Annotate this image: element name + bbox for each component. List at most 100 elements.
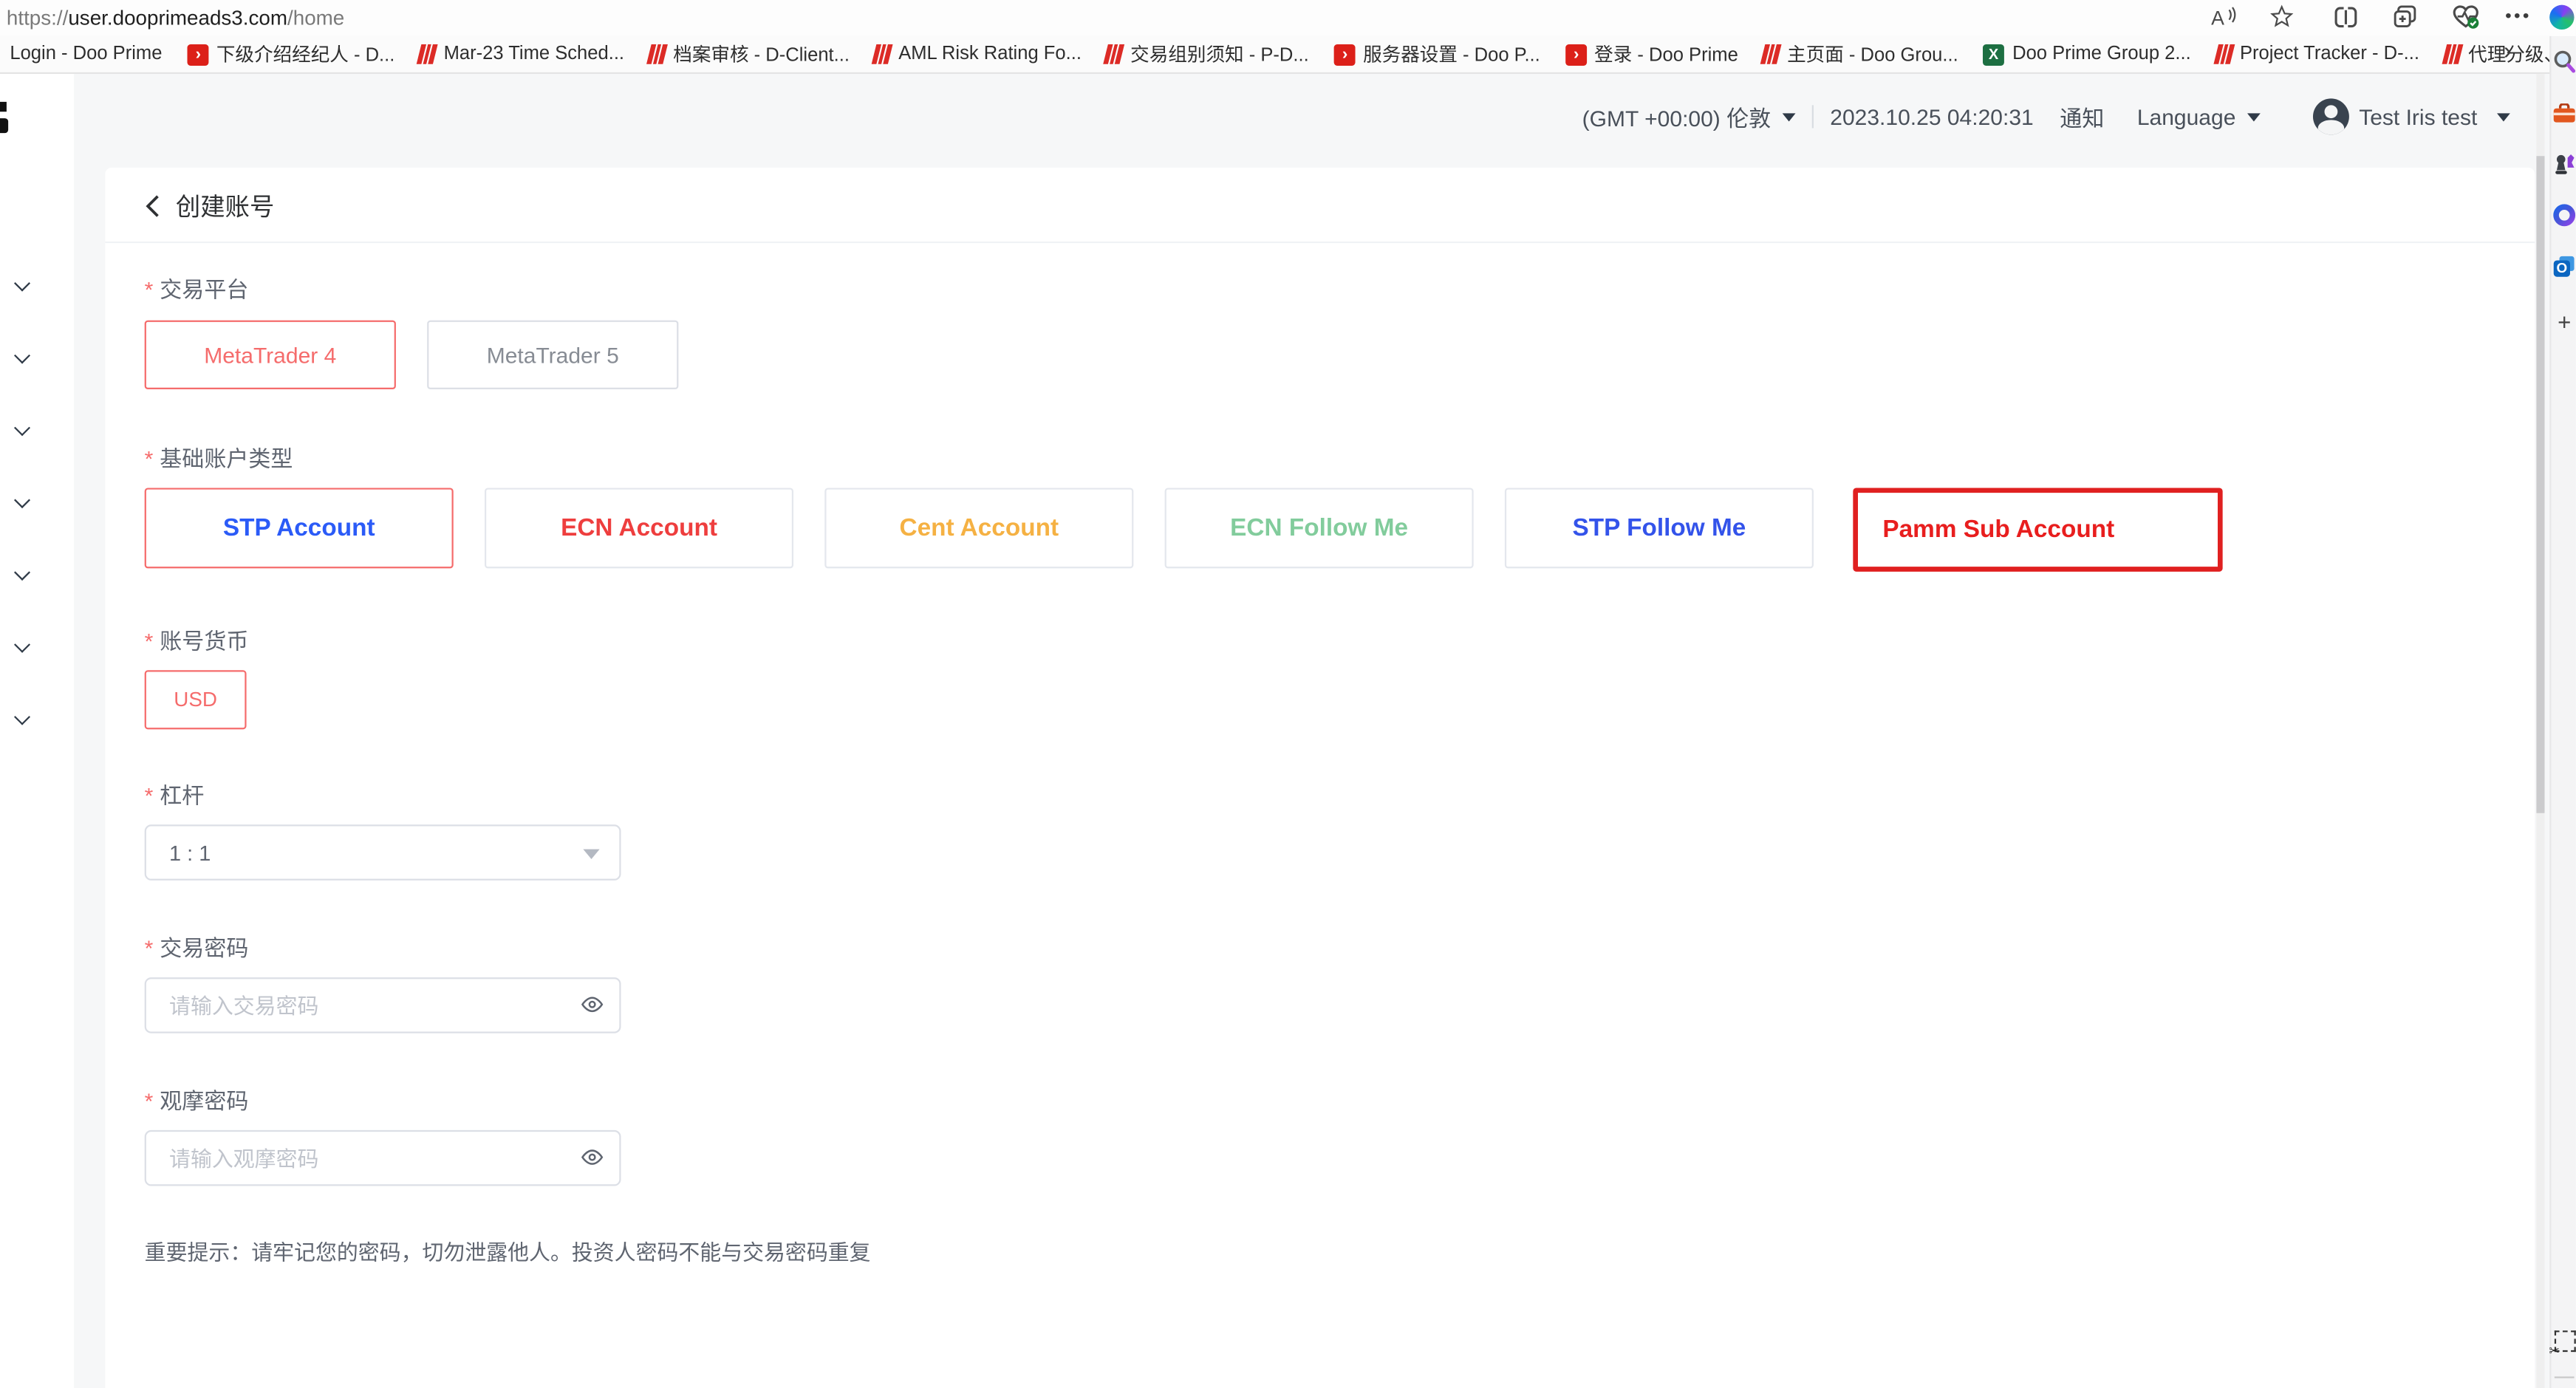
bookmark-label: 主页面 - Doo Grou...: [1787, 41, 1958, 68]
doo-prime-stripes-icon: [646, 44, 667, 64]
doo-prime-square-icon: [1565, 44, 1586, 65]
password-notice: 重要提示：请牢记您的密码，切勿泄露他人。投资人密码不能与交易密码重复: [145, 1235, 871, 1266]
doo-prime-stripes-icon: [2442, 44, 2462, 64]
leverage-value: 1 : 1: [169, 840, 211, 864]
app-header: (GMT +00:00) 伦敦 2023.10.25 04:20:31 通知 L…: [74, 95, 2524, 138]
bookmark-label: Project Tracker - D-...: [2240, 44, 2419, 64]
url-scheme: https://: [7, 7, 68, 30]
collections-icon[interactable]: [2390, 1, 2419, 31]
bookmark-item[interactable]: 档案审核 - D-Client...: [649, 41, 850, 68]
back-button[interactable]: [145, 194, 161, 218]
bookmark-item[interactable]: 代理分级、晋升、...: [2444, 41, 2549, 68]
more-options-icon[interactable]: •••: [2505, 1, 2532, 31]
bookmark-item[interactable]: 下级介绍经纪人 - D...: [187, 41, 395, 68]
watch-password-wrap: [145, 1130, 621, 1186]
trade-password-wrap: [145, 977, 621, 1033]
bookmark-item[interactable]: AML Risk Rating Fo...: [874, 44, 1082, 64]
username-label[interactable]: Test Iris test: [2359, 104, 2477, 129]
notifications-link[interactable]: 通知: [2060, 100, 2104, 133]
copilot-icon[interactable]: [2548, 1, 2575, 31]
svg-text:A: A: [2210, 7, 2224, 27]
account-type-option[interactable]: Pamm Sub Account: [1853, 488, 2222, 571]
outlook-icon[interactable]: O: [2551, 255, 2576, 278]
toolbox-icon[interactable]: [2551, 103, 2576, 123]
url-host: user.dooprimeads3.com: [68, 7, 287, 30]
bookmark-item[interactable]: 主页面 - Doo Grou...: [1763, 41, 1958, 68]
screen: https://user.dooprimeads3.com/home A •••…: [0, 0, 2576, 1388]
sidebar-chevron-down-icon[interactable]: [16, 711, 30, 725]
trade-password-label: *交易密码: [145, 930, 249, 963]
account-type-option[interactable]: ECN Account: [485, 488, 793, 568]
bookmarks-overflow-chevron-icon[interactable]: ›: [2504, 38, 2512, 66]
doo-prime-stripes-icon: [2213, 44, 2234, 64]
bookmark-label: 服务器设置 - Doo P...: [1363, 41, 1540, 68]
search-icon[interactable]: [2551, 49, 2576, 74]
left-sidebar: [0, 74, 74, 1388]
games-icon[interactable]: [2551, 153, 2576, 176]
browser-address-bar[interactable]: https://user.dooprimeads3.com/home A •••: [0, 0, 2576, 36]
page-title: 创建账号: [176, 189, 274, 224]
account-type-option[interactable]: STP Follow Me: [1505, 488, 1814, 568]
eye-icon[interactable]: [580, 992, 604, 1025]
screenshot-icon[interactable]: [2551, 1330, 2576, 1352]
bookmark-item[interactable]: Login - Doo Prime: [10, 44, 162, 64]
bookmark-label: Mar-23 Time Sched...: [444, 44, 624, 64]
microsoft-365-icon[interactable]: [2551, 204, 2576, 227]
select-caret-icon: [583, 849, 599, 859]
read-aloud-icon[interactable]: A: [2208, 1, 2238, 31]
account-type-option[interactable]: ECN Follow Me: [1165, 488, 1474, 568]
svg-text:O: O: [2557, 261, 2568, 276]
leverage-label: *杠杆: [145, 777, 205, 810]
sidebar-chevron-down-icon[interactable]: [16, 350, 30, 363]
sidebar-divider: [2555, 1376, 2575, 1378]
watch-password-input[interactable]: [145, 1130, 621, 1186]
sidebar-chevron-down-icon[interactable]: [16, 422, 30, 435]
sidebar-chevron-down-icon[interactable]: [16, 278, 30, 291]
bookmark-item[interactable]: Project Tracker - D-...: [2215, 44, 2419, 64]
doo-prime-stripes-icon: [417, 44, 437, 64]
user-avatar[interactable]: [2313, 98, 2349, 134]
favorite-star-icon[interactable]: [2267, 1, 2297, 31]
bookmark-item[interactable]: 登录 - Doo Prime: [1565, 41, 1738, 68]
sidebar-chevron-down-icon[interactable]: [16, 567, 30, 580]
bookmark-item[interactable]: 交易组别须知 - P-D...: [1106, 41, 1308, 68]
account-type-options: STP Account ECN Account Cent Account ECN Fo…: [145, 488, 2223, 571]
bookmark-label: 交易组别须知 - P-D...: [1130, 41, 1309, 68]
leverage-select[interactable]: 1 : 1: [145, 824, 621, 881]
platform-option[interactable]: MetaTrader 4: [145, 321, 396, 389]
sidebar-chevron-down-icon[interactable]: [16, 494, 30, 507]
bookmark-label: 档案审核 - D-Client...: [673, 41, 850, 68]
bookmark-item[interactable]: 服务器设置 - Doo P...: [1333, 41, 1540, 68]
browser-essentials-icon[interactable]: [2450, 1, 2482, 31]
eye-icon[interactable]: [580, 1145, 604, 1177]
url-text[interactable]: https://user.dooprimeads3.com/home: [7, 7, 344, 30]
platform-option[interactable]: MetaTrader 5: [427, 321, 678, 389]
bookmark-item[interactable]: Mar-23 Time Sched...: [420, 44, 624, 64]
create-account-panel: 创建账号 *交易平台 MetaTrader 4MetaTrader 5 *基础账…: [105, 168, 2535, 1388]
timezone-selector[interactable]: (GMT +00:00) 伦敦: [1582, 100, 1772, 133]
bookmark-label: Login - Doo Prime: [10, 44, 162, 64]
split-screen-icon[interactable]: [2331, 1, 2360, 31]
add-sidebar-item-icon[interactable]: +: [2551, 312, 2576, 332]
doo-prime-stripes-icon: [872, 44, 892, 64]
account-type-option[interactable]: STP Account: [145, 488, 454, 568]
doo-prime-stripes-icon: [1104, 44, 1124, 64]
bookmark-items: Login - Doo Prime 下级介绍经纪人 - D... Mar-23 Ti…: [10, 41, 2549, 68]
doo-prime-stripes-icon: [1760, 44, 1781, 64]
language-selector[interactable]: Language: [2137, 104, 2236, 129]
bookmark-label: AML Risk Rating Fo...: [898, 44, 1082, 64]
language-caret-icon: [2247, 112, 2261, 120]
currency-option-usd[interactable]: USD: [145, 670, 247, 729]
bookmark-label: Doo Prime Group 2...: [2012, 44, 2191, 64]
page-scrollbar-thumb[interactable]: [2536, 156, 2544, 813]
bookmark-item[interactable]: XDoo Prime Group 2...: [1983, 44, 2191, 65]
account-type-option[interactable]: Cent Account: [824, 488, 1133, 568]
sidebar-chevron-down-icon[interactable]: [16, 639, 30, 652]
watch-password-label: *观摩密码: [145, 1082, 249, 1115]
url-path: /home: [287, 7, 344, 30]
account-type-label: *基础账户类型: [145, 440, 293, 473]
timezone-caret-icon: [1783, 112, 1796, 120]
title-divider: [105, 242, 2535, 243]
user-menu-caret-icon[interactable]: [2497, 112, 2510, 120]
trade-password-input[interactable]: [145, 977, 621, 1033]
